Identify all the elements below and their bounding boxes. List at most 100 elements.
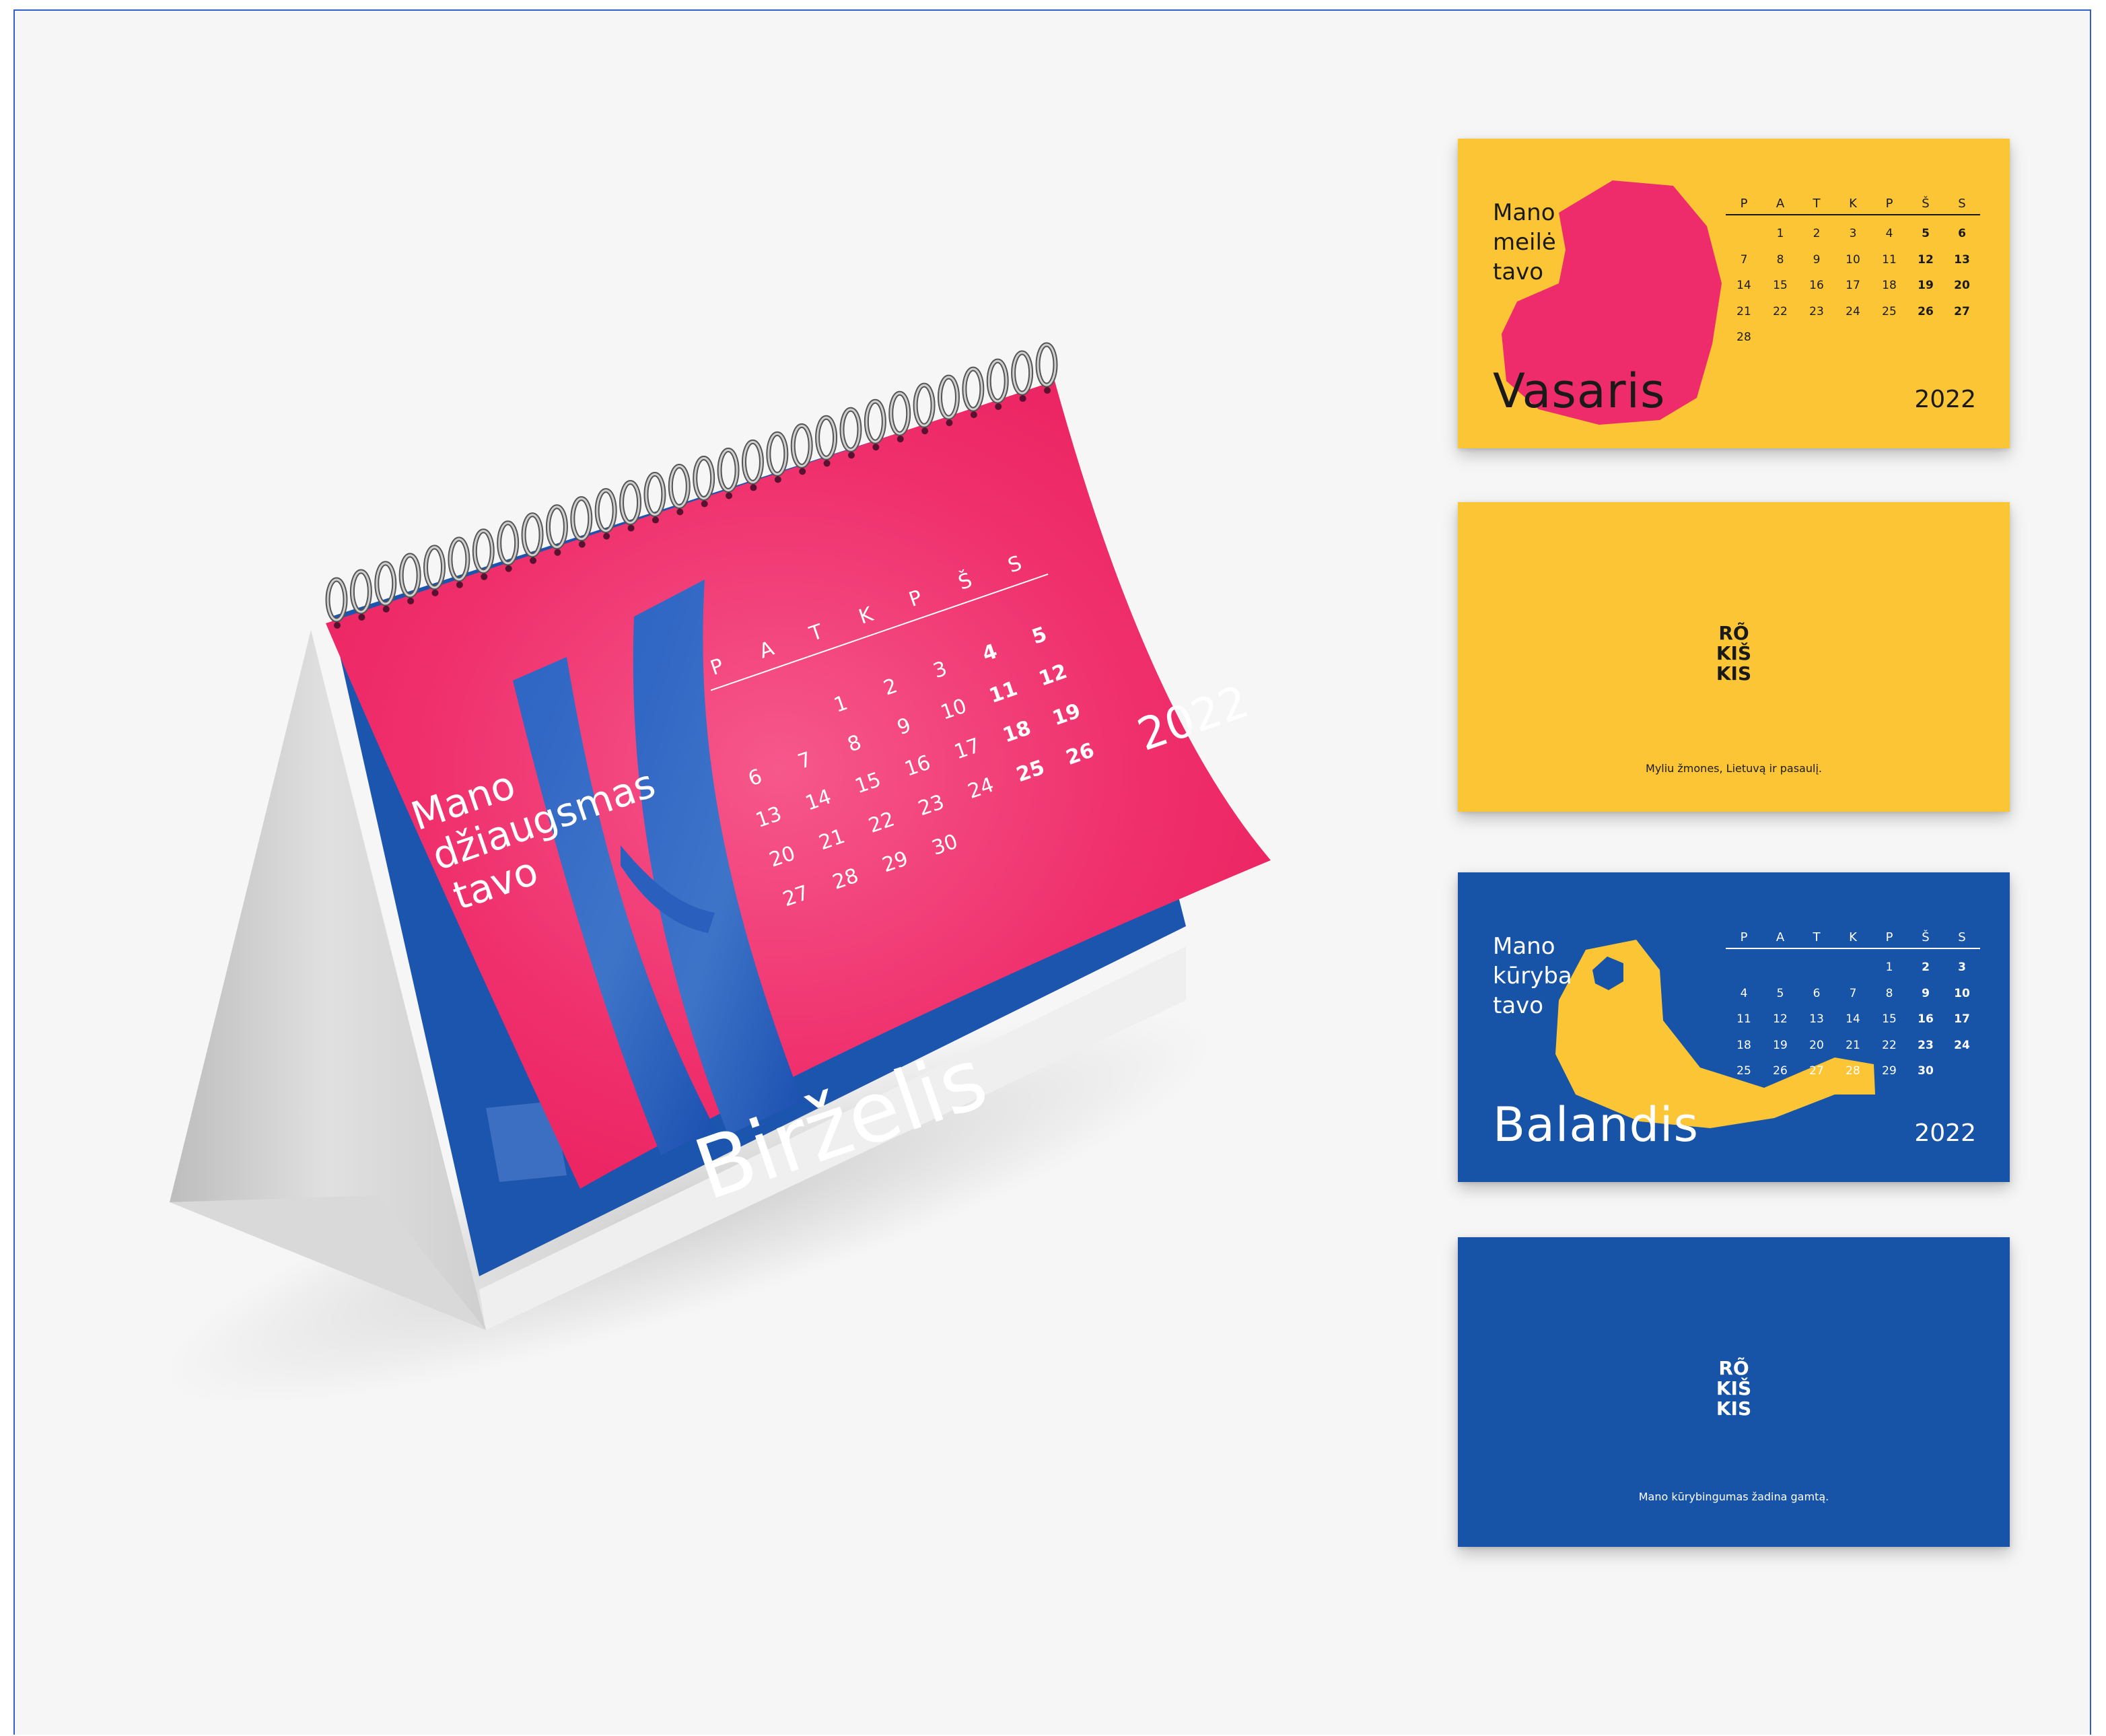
weekday-label: K xyxy=(1849,197,1857,211)
card-year: 2022 xyxy=(1914,1119,1976,1147)
card-year: 2022 xyxy=(1914,386,1976,413)
calendar-week-row: 28 xyxy=(1726,324,1980,351)
day-number xyxy=(1944,324,1980,351)
day-number xyxy=(1762,324,1798,351)
rokiskis-logo: RÕKIŠKIS xyxy=(1716,621,1751,684)
day-number: 24 xyxy=(1954,1038,1970,1052)
day-number: 26 xyxy=(1918,304,1934,318)
day-number: 9 xyxy=(1922,986,1930,1000)
weekday-label: S xyxy=(1958,197,1966,211)
weekday-label: T xyxy=(1813,930,1821,944)
calendar-week-row: 11 12 13 14 15 16 17 xyxy=(1726,1006,1980,1033)
month-card-yellow: Mano meilė tavo PATKPŠS 1 2 3 4 5 6 7 8 9 10 11 12 13 1… xyxy=(1458,139,2010,448)
day-number: 1 xyxy=(1776,227,1784,240)
card-tagline-line: tavo xyxy=(1493,258,1544,285)
day-number: 8 xyxy=(1885,986,1893,1000)
weekday-label: P xyxy=(1740,930,1748,944)
card-month-title: Vasaris xyxy=(1493,363,1666,419)
image-frame: Mano džiaugsmas tavo Birželis 2022 PATKPŠS… xyxy=(13,9,2091,1735)
day-number xyxy=(1871,324,1907,351)
day-number: 9 xyxy=(1813,252,1821,267)
day-number: 21 xyxy=(1736,304,1751,318)
weekday-header: PATKPŠS xyxy=(1726,194,1980,215)
logo-text-line: KIS xyxy=(1716,662,1751,684)
day-number: 20 xyxy=(1954,279,1970,292)
day-number: 28 xyxy=(1846,1064,1860,1078)
day-number: 28 xyxy=(1736,331,1751,344)
day-number: 10 xyxy=(1846,252,1860,267)
day-number: 19 xyxy=(1773,1038,1788,1052)
card-tagline-line: Mano xyxy=(1493,199,1555,226)
day-number: 11 xyxy=(1736,1012,1751,1026)
day-number: 27 xyxy=(1954,304,1970,318)
day-number: 3 xyxy=(1849,227,1857,240)
weekday-label: K xyxy=(1849,930,1857,944)
back-card-blue: RÕ KIŠ KIS Mano kūrybingumas žadina gamtą. xyxy=(1458,1237,2010,1547)
back-card-yellow: RÕ KIŠ KIS Myliu žmones, Lietuvą ir pasaul… xyxy=(1458,502,2010,812)
weekday-label: T xyxy=(1813,197,1821,211)
day-number: 26 xyxy=(1773,1064,1788,1078)
day-number: 7 xyxy=(1849,986,1857,1000)
day-number: 17 xyxy=(1846,279,1860,292)
day-number: 25 xyxy=(1882,304,1897,318)
day-number: 14 xyxy=(1846,1012,1860,1026)
day-number xyxy=(1726,221,1762,247)
weekday-header: PATKPŠS xyxy=(1726,928,1980,949)
logo-text-line: KIŠ xyxy=(1716,1377,1751,1399)
month-card-blue: Mano kūryba tavo PATKPŠS 1 2 3 4 5 6 7 8 9 10 11 12 13… xyxy=(1458,872,2010,1182)
weekday-label: P xyxy=(1885,197,1893,211)
card-calendar-grid: PATKPŠS 1 2 3 4 5 6 7 8 9 10 11 12 13 14 15 16 17 18 19 20 2… xyxy=(1726,928,1980,1084)
calendar-week-row: 25 26 27 28 29 30 xyxy=(1726,1058,1980,1084)
calendar-week-row: 1 2 3 4 5 6 xyxy=(1726,221,1980,247)
day-number: 17 xyxy=(1954,1012,1970,1026)
day-number: 23 xyxy=(1918,1038,1934,1052)
day-number: 6 xyxy=(1958,227,1966,240)
day-number: 13 xyxy=(1809,1012,1824,1026)
day-number: 15 xyxy=(1773,279,1788,292)
day-number: 1 xyxy=(1885,961,1893,974)
day-number: 16 xyxy=(1918,1012,1934,1026)
day-number: 10 xyxy=(1954,986,1970,1000)
day-number: 11 xyxy=(1882,252,1897,267)
weekday-label: A xyxy=(1776,197,1785,211)
weekday-label: Š xyxy=(1922,930,1930,944)
day-number: 16 xyxy=(1809,279,1824,292)
weekday-label: A xyxy=(1776,930,1785,944)
weekday-label: P xyxy=(1885,930,1893,944)
calendar-week-row: 14 15 16 17 18 19 20 xyxy=(1726,273,1980,299)
day-number: 4 xyxy=(1885,227,1893,240)
card-tagline-line: meilė xyxy=(1493,229,1556,256)
weekday-label: P xyxy=(1740,197,1748,211)
card-tagline: Mano meilė tavo xyxy=(1493,198,1556,287)
day-number: 19 xyxy=(1918,279,1934,292)
calendar-week-row: 7 8 9 10 11 12 13 xyxy=(1726,247,1980,273)
day-number: 22 xyxy=(1773,304,1788,318)
day-number: 12 xyxy=(1773,1012,1788,1026)
card-tagline-line: kūryba xyxy=(1493,963,1572,989)
logo-text-line: KIŠ xyxy=(1716,641,1751,664)
day-number: 29 xyxy=(1882,1064,1897,1078)
day-number: 7 xyxy=(1740,252,1748,267)
day-number: 2 xyxy=(1813,227,1821,240)
day-number: 14 xyxy=(1736,279,1751,292)
day-number: 18 xyxy=(1882,279,1897,292)
calendar-week-row: 1 2 3 xyxy=(1726,954,1980,981)
logo-text-line: KIS xyxy=(1716,1397,1751,1419)
day-number: 6 xyxy=(1813,986,1821,1000)
day-number: 13 xyxy=(1954,252,1970,267)
weekday-label: S xyxy=(1958,930,1966,944)
day-number: 2 xyxy=(1922,961,1930,974)
card-tagline: Mano kūryba tavo xyxy=(1493,932,1572,1020)
card-motto: Myliu žmones, Lietuvą ir pasaulį. xyxy=(1646,762,1822,775)
day-number: 27 xyxy=(1809,1064,1824,1078)
day-number: 8 xyxy=(1776,252,1784,267)
calendar-week-row: 21 22 23 24 25 26 27 xyxy=(1726,299,1980,325)
calendar-week-row: 18 19 20 21 22 23 24 xyxy=(1726,1033,1980,1059)
day-number: 24 xyxy=(1846,304,1860,318)
day-number: 12 xyxy=(1918,252,1934,267)
day-number: 18 xyxy=(1736,1038,1751,1052)
logo-text-line: RÕ xyxy=(1718,1356,1749,1379)
day-number xyxy=(1798,324,1835,351)
day-number: 20 xyxy=(1809,1038,1824,1052)
day-number xyxy=(1798,954,1835,981)
